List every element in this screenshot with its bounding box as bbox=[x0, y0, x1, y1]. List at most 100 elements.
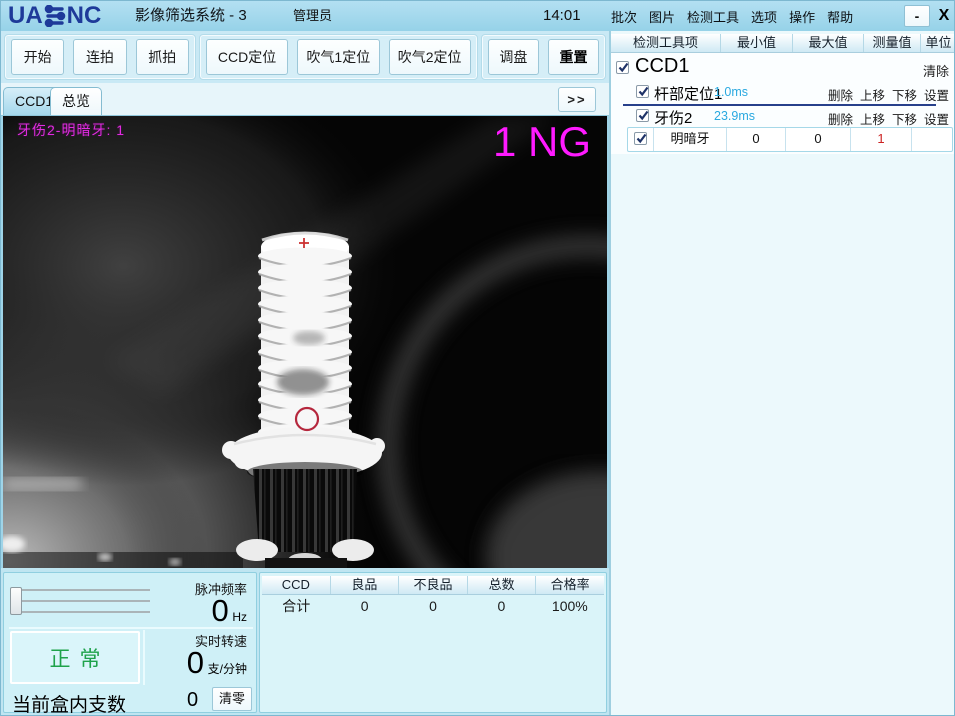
slider-track-line bbox=[12, 600, 150, 602]
pulse-frequency-unit: Hz bbox=[232, 610, 247, 624]
measure-checkbox[interactable] bbox=[634, 132, 647, 145]
app-logo: UA NC bbox=[8, 3, 101, 29]
toolbar: 开始 连拍 抓拍 CCD定位 吹气1定位 吹气2定位 调盘 重置 bbox=[1, 31, 609, 83]
toolbar-group-positioning: CCD定位 吹气1定位 吹气2定位 bbox=[200, 35, 477, 79]
measure-min-cell: 0 bbox=[727, 128, 786, 151]
tool-row-thread-damage[interactable]: 牙伤2 23.9ms 删除 上移 下移 设置 bbox=[611, 104, 955, 125]
stats-panel: CCD 良品 不良品 总数 合格率 合计 0 0 0 100% bbox=[259, 572, 607, 713]
col-measured: 测量值 bbox=[864, 34, 921, 52]
clear-count-button[interactable]: 清零 bbox=[212, 687, 252, 711]
check-icon bbox=[635, 132, 648, 145]
realtime-speed-number: 0 bbox=[187, 645, 204, 680]
logo-molecule-icon bbox=[44, 5, 66, 27]
measure-unit-cell bbox=[912, 128, 952, 151]
selection-divider bbox=[623, 104, 936, 106]
logo-text-right: NC bbox=[67, 3, 102, 29]
tab-overview[interactable]: 总览 bbox=[50, 87, 102, 115]
move-down-link[interactable]: 下移 bbox=[892, 85, 917, 104]
col-min-value: 最小值 bbox=[721, 34, 793, 52]
stats-col-rate: 合格率 bbox=[536, 576, 604, 594]
menu-batch[interactable]: 批次 bbox=[611, 7, 637, 26]
menu-bar: 批次 图片 检测工具 选项 操作 帮助 bbox=[611, 1, 853, 31]
stats-col-bad: 不良品 bbox=[399, 576, 468, 594]
col-unit: 单位 bbox=[921, 34, 955, 52]
ccd1-group-row: CCD1 清除 bbox=[611, 53, 955, 81]
delete-link[interactable]: 删除 bbox=[828, 109, 853, 128]
snapshot-button[interactable]: 抓拍 bbox=[136, 39, 189, 75]
move-up-link[interactable]: 上移 bbox=[860, 109, 885, 128]
tool-name-label: 牙伤2 bbox=[654, 107, 692, 128]
tool-checkbox[interactable] bbox=[636, 109, 649, 122]
settings-link[interactable]: 设置 bbox=[924, 85, 949, 104]
adjust-plate-button[interactable]: 调盘 bbox=[488, 39, 539, 75]
stats-col-ccd: CCD bbox=[262, 576, 331, 594]
reset-button[interactable]: 重置 bbox=[548, 39, 599, 75]
ng-result-label: 1 NG bbox=[493, 118, 591, 166]
tool-checkbox[interactable] bbox=[636, 85, 649, 98]
slider-thumb[interactable] bbox=[10, 587, 22, 615]
settings-link[interactable]: 设置 bbox=[924, 109, 949, 128]
stats-col-good: 良品 bbox=[331, 576, 400, 594]
ccd-position-button[interactable]: CCD定位 bbox=[206, 39, 288, 75]
pulse-frequency-value: 0 Hz bbox=[211, 593, 247, 629]
tool-actions: 删除 上移 下移 设置 bbox=[828, 85, 949, 104]
expand-panel-button[interactable]: >> bbox=[558, 87, 596, 112]
clock-label: 14:01 bbox=[543, 1, 581, 31]
slider-track-line bbox=[12, 589, 150, 591]
toolbar-group-misc: 调盘 重置 bbox=[482, 35, 605, 79]
close-button[interactable]: X bbox=[934, 5, 954, 27]
blow1-position-button[interactable]: 吹气1定位 bbox=[297, 39, 379, 75]
measurement-subtable: 明暗牙 0 0 1 bbox=[627, 127, 953, 152]
inspection-tool-panel: 检测工具项 最小值 最大值 测量值 单位 CCD1 清除 杆部定位1 1.0ms bbox=[609, 31, 955, 716]
tool-exec-time: 23.9ms bbox=[714, 109, 755, 123]
check-icon bbox=[617, 61, 630, 74]
realtime-speed-unit: 支/分钟 bbox=[208, 662, 247, 676]
clear-results-link[interactable]: 清除 bbox=[923, 61, 949, 80]
stats-bad-value: 0 bbox=[399, 597, 467, 617]
delete-link[interactable]: 删除 bbox=[828, 85, 853, 104]
tool-name-label: 杆部定位1 bbox=[654, 83, 722, 104]
measure-checkbox-cell bbox=[628, 128, 654, 151]
tool-exec-time: 1.0ms bbox=[714, 85, 748, 99]
stats-col-total: 总数 bbox=[468, 576, 537, 594]
camera-view[interactable]: 牙伤2-明暗牙: 1 1 NG bbox=[1, 116, 609, 568]
app-window: UA NC 影像筛选系统 - 3 管理员 14:01 批次 图片 检测工具 选项… bbox=[0, 0, 955, 716]
move-up-link[interactable]: 上移 bbox=[860, 85, 885, 104]
ccd1-checkbox[interactable] bbox=[616, 61, 629, 74]
current-user-label: 管理员 bbox=[293, 1, 332, 31]
menu-options[interactable]: 选项 bbox=[751, 7, 777, 26]
stats-total-value: 0 bbox=[467, 597, 535, 617]
col-max-value: 最大值 bbox=[793, 34, 864, 52]
title-bar: UA NC 影像筛选系统 - 3 管理员 14:01 批次 图片 检测工具 选项… bbox=[1, 1, 955, 31]
machine-state-label: 正常 bbox=[41, 643, 110, 673]
stats-rate-value: 100% bbox=[536, 597, 604, 617]
camera-image bbox=[3, 116, 607, 568]
check-icon bbox=[637, 85, 650, 98]
tool-row-rod-positioning[interactable]: 杆部定位1 1.0ms 删除 上移 下移 设置 bbox=[611, 81, 955, 104]
measure-value-cell: 1 bbox=[851, 128, 912, 151]
measure-max-cell: 0 bbox=[786, 128, 851, 151]
stats-total-label: 合计 bbox=[262, 597, 330, 617]
pulse-frequency-slider[interactable] bbox=[10, 585, 154, 619]
menu-image[interactable]: 图片 bbox=[649, 7, 675, 26]
col-tool-item: 检测工具项 bbox=[611, 34, 721, 52]
window-title: 影像筛选系统 - 3 bbox=[135, 1, 247, 31]
start-button[interactable]: 开始 bbox=[11, 39, 64, 75]
minimize-button[interactable]: - bbox=[904, 5, 930, 27]
realtime-speed-value: 0 支/分钟 bbox=[187, 645, 247, 681]
defect-annotation: 牙伤2-明暗牙: 1 bbox=[17, 120, 125, 140]
divider bbox=[143, 630, 145, 685]
blow2-position-button[interactable]: 吹气2定位 bbox=[389, 39, 471, 75]
bottom-strip: 脉冲频率 0 Hz 正常 实时转速 0 支/分钟 当前盒内支数 0 清零 CCD bbox=[1, 568, 609, 716]
stats-good-value: 0 bbox=[330, 597, 398, 617]
measure-name-cell: 明暗牙 bbox=[654, 128, 727, 151]
pulse-frequency-number: 0 bbox=[211, 593, 228, 628]
divider bbox=[9, 627, 253, 629]
move-down-link[interactable]: 下移 bbox=[892, 109, 917, 128]
check-icon bbox=[637, 109, 650, 122]
menu-inspection-tools[interactable]: 检测工具 bbox=[687, 7, 739, 26]
menu-help[interactable]: 帮助 bbox=[827, 7, 853, 26]
continuous-shot-button[interactable]: 连拍 bbox=[73, 39, 126, 75]
menu-operation[interactable]: 操作 bbox=[789, 7, 815, 26]
view-tab-bar: CCD1 总览 >> bbox=[1, 83, 609, 116]
